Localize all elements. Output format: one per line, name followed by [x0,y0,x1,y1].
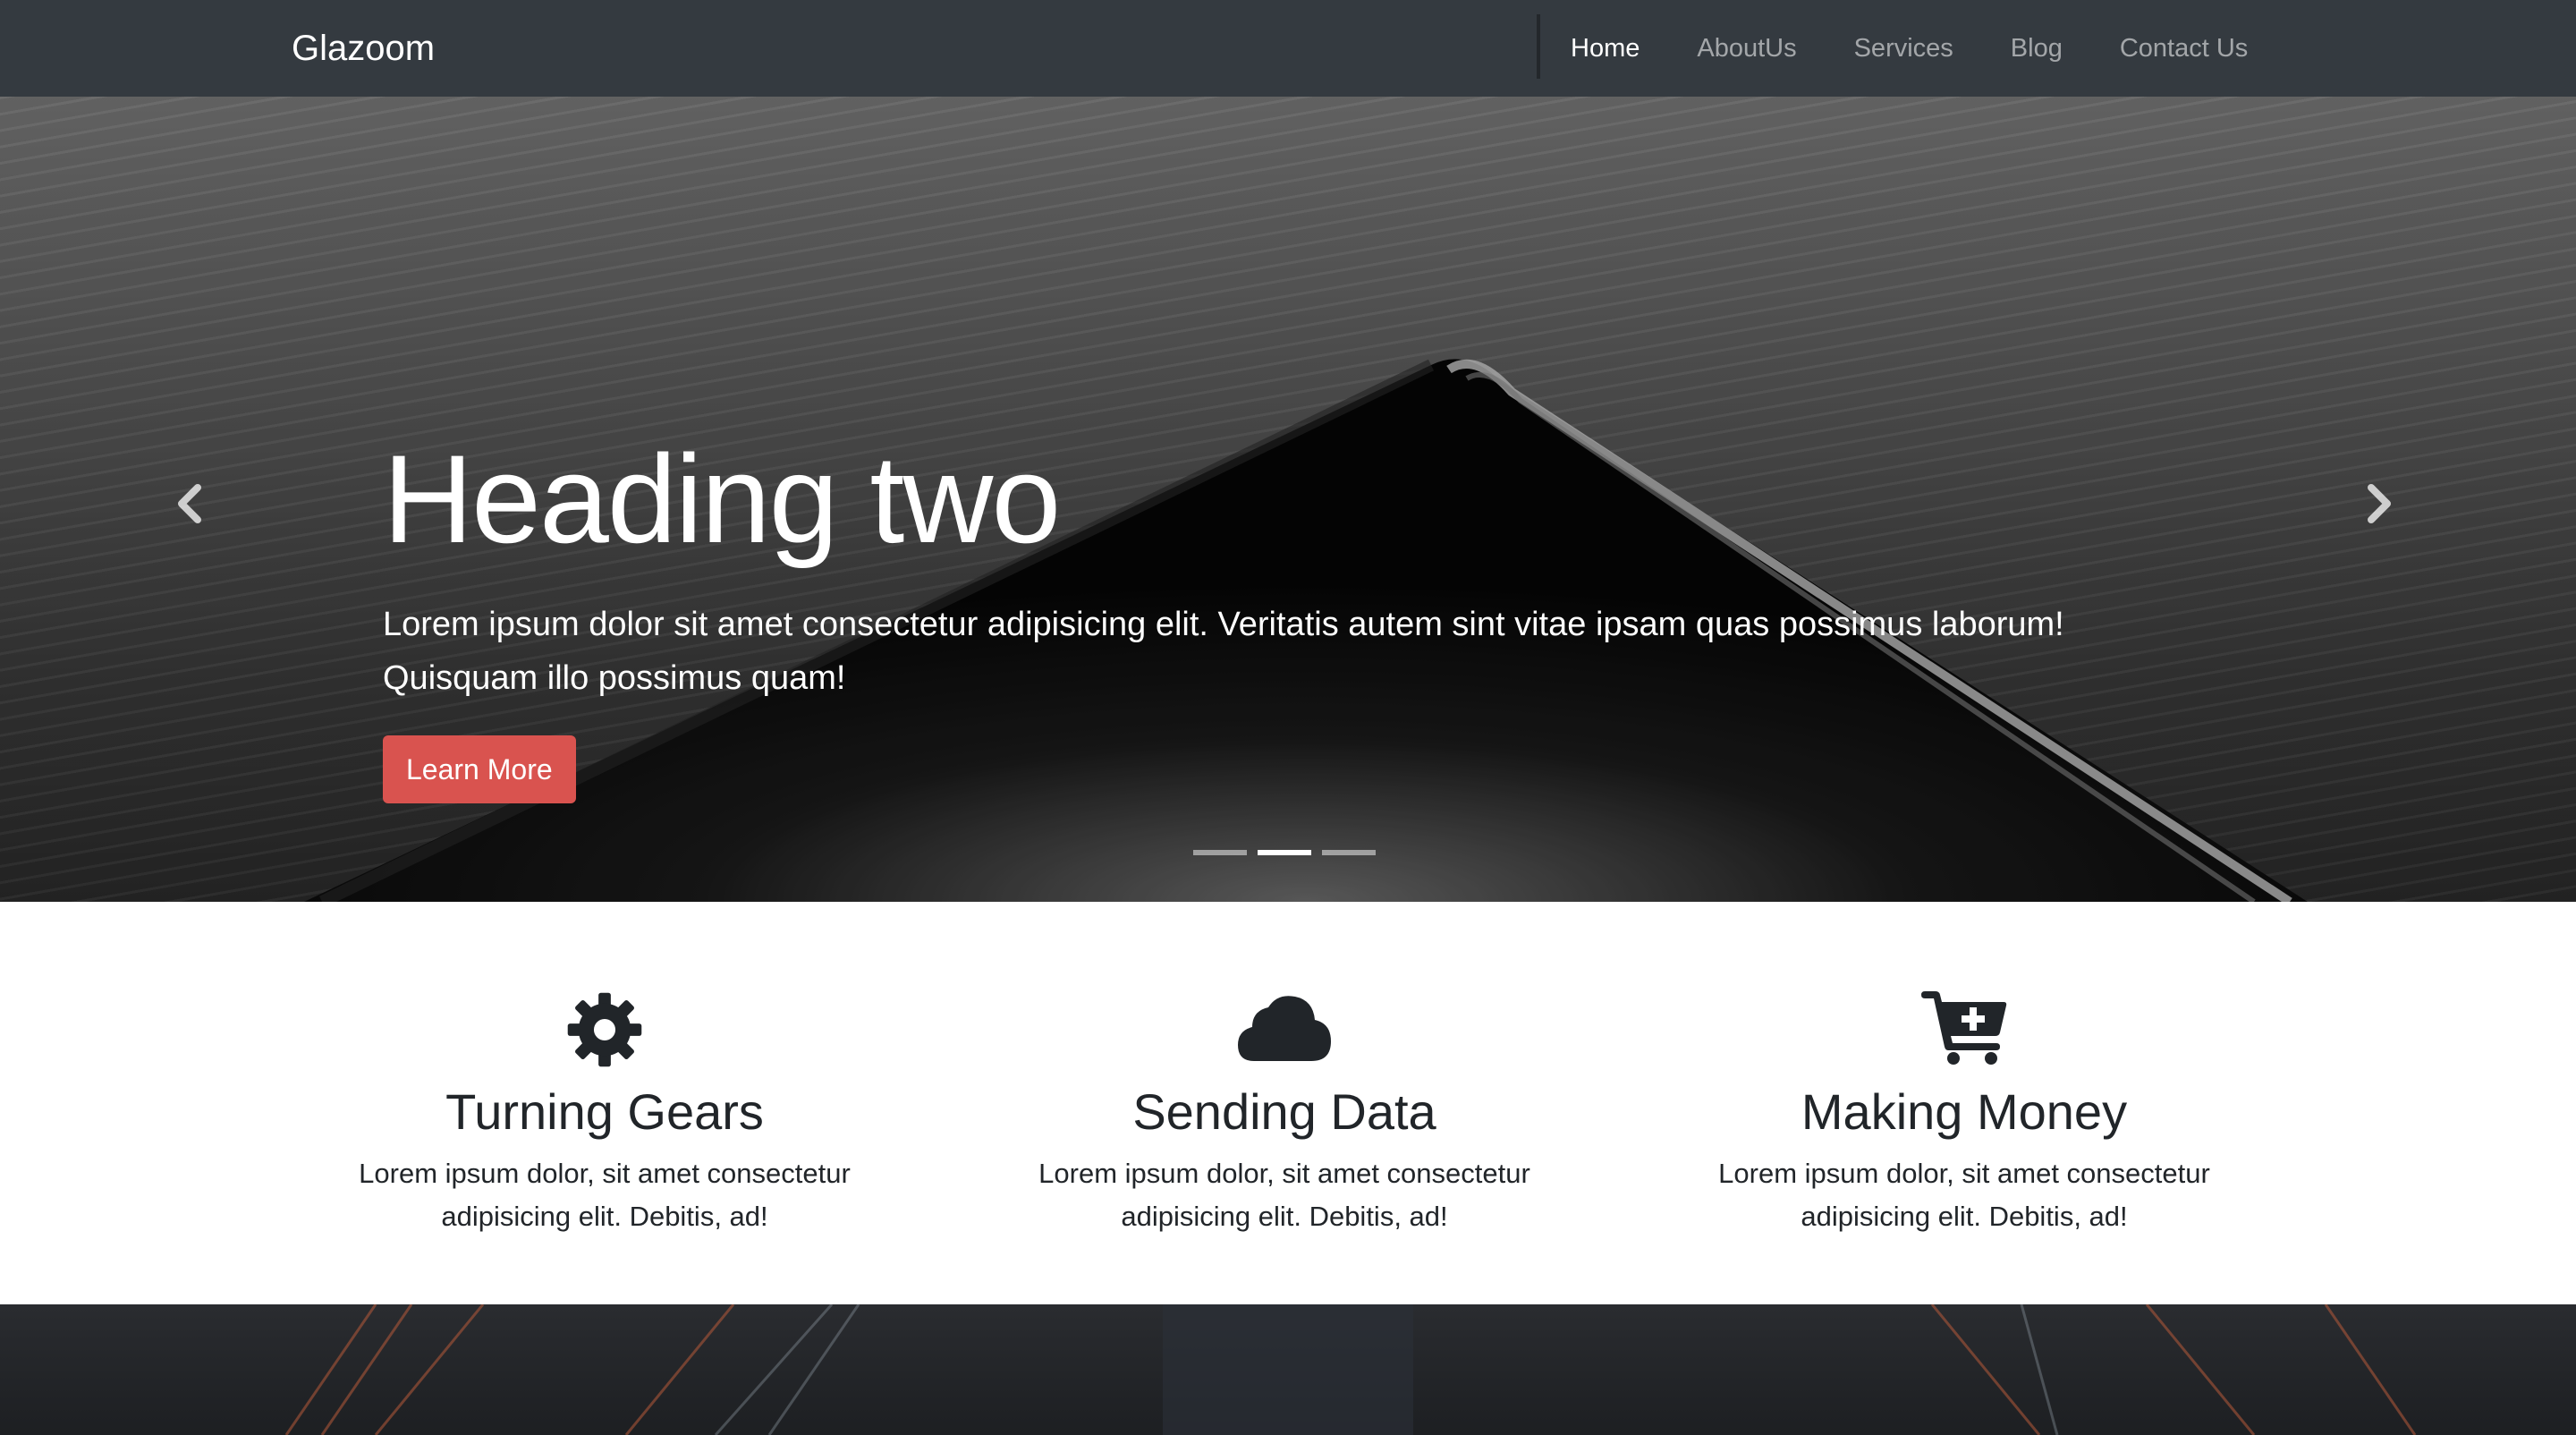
nav-links: Home AboutUs Services Blog Contact Us [1571,0,2305,97]
top-navbar: Glazoom Home AboutUs Services Blog Conta… [0,0,2576,97]
nav-link-services[interactable]: Services [1854,34,1953,64]
carousel-indicator-2[interactable] [1258,850,1311,855]
carousel-prev-button[interactable] [163,472,216,535]
feature-text: Lorem ipsum dolor, sit amet consectetur … [1718,1158,2210,1232]
nav-link-home[interactable]: Home [1571,34,1640,64]
parallax-background-image [284,1304,2417,1435]
carousel-indicator-3[interactable] [1322,850,1376,855]
cart-plus-icon [1921,991,2007,1065]
nav-link-blog[interactable]: Blog [2011,34,2063,64]
feature-sending-data: Sending Data Lorem ipsum dolor, sit amet… [998,902,1571,1238]
carousel-next-button[interactable] [2352,472,2406,535]
carousel-indicators [1193,850,1386,855]
feature-making-money: Making Money Lorem ipsum dolor, sit amet… [1678,902,2250,1238]
brand-logo[interactable]: Glazoom [292,0,435,97]
cloud-icon [1238,996,1331,1061]
gear-icon [567,992,642,1067]
nav-link-contact-us[interactable]: Contact Us [2120,34,2248,64]
chevron-right-icon [2368,484,2391,523]
feature-title: Sending Data [1132,1083,1436,1140]
feature-title: Making Money [1801,1083,2128,1140]
hero-carousel: Heading two Lorem ipsum dolor sit amet c… [0,97,2576,902]
carousel-caption: Heading two Lorem ipsum dolor sit amet c… [383,437,2172,803]
chevron-left-icon [178,484,201,523]
carousel-indicator-1[interactable] [1193,850,1247,855]
parallax-section [0,1304,2576,1435]
feature-text: Lorem ipsum dolor, sit amet consectetur … [359,1158,851,1232]
nav-divider [1537,14,1540,79]
feature-turning-gears: Turning Gears Lorem ipsum dolor, sit ame… [318,902,891,1238]
feature-title: Turning Gears [445,1083,764,1140]
nav-link-about-us[interactable]: AboutUs [1697,34,1796,64]
learn-more-button[interactable]: Learn More [383,735,576,803]
feature-text: Lorem ipsum dolor, sit amet consectetur … [1038,1158,1530,1232]
carousel-text: Lorem ipsum dolor sit amet consectetur a… [383,606,2064,697]
carousel-heading: Heading two [383,429,1061,569]
features-section: Turning Gears Lorem ipsum dolor, sit ame… [0,902,2576,1304]
